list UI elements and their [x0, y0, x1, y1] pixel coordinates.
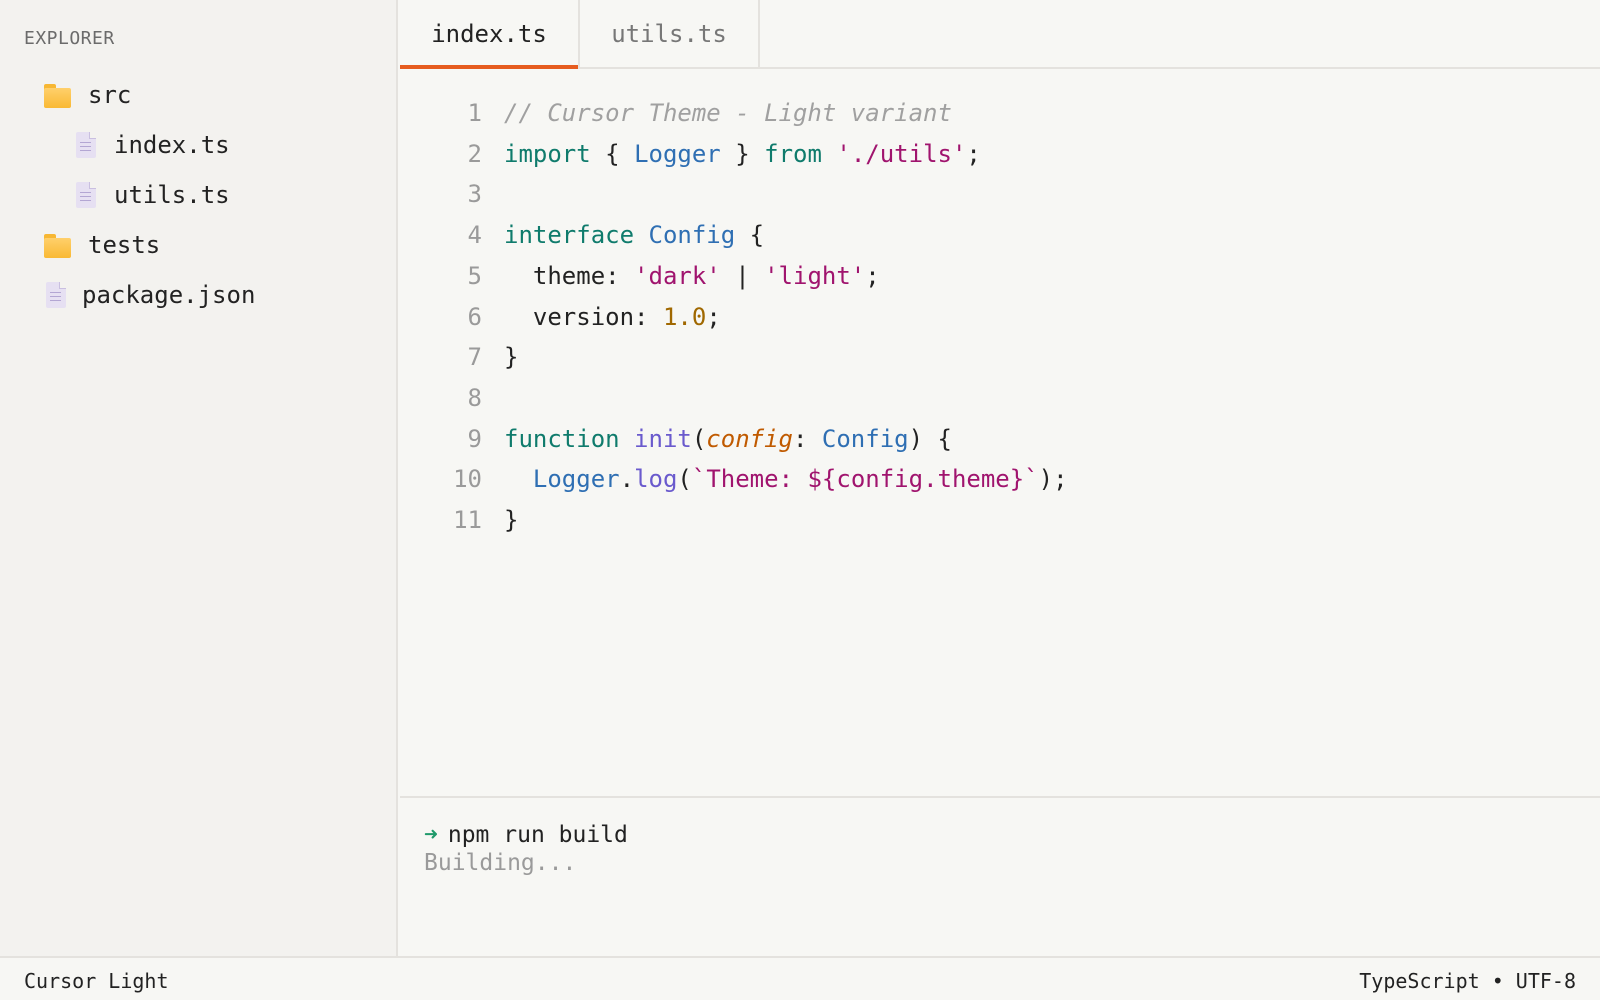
tree-item-label: utils.ts: [114, 181, 230, 209]
tab-index-ts[interactable]: index.ts: [400, 0, 580, 69]
tree-item-label: index.ts: [114, 131, 230, 159]
tree-item-utils-ts[interactable]: utils.ts: [0, 170, 396, 220]
code-token: 1.0: [662, 302, 707, 331]
code-token: log: [634, 465, 678, 494]
code-token: ) {: [908, 424, 952, 453]
code-token: './utils': [836, 139, 967, 168]
theme-name[interactable]: Cursor Light: [24, 969, 169, 993]
code-token: Config: [648, 221, 736, 250]
code-token: :: [793, 424, 822, 453]
code-token: Logger: [532, 465, 620, 494]
editor-window: EXPLORER src index.ts utils.ts tests package…: [0, 0, 1600, 1000]
code-token: {: [735, 221, 765, 250]
folder-icon: [44, 231, 72, 259]
terminal-command-line: ➜ npm run build: [424, 822, 628, 848]
terminal-output: Building...: [424, 850, 577, 876]
code-line: 3: [400, 174, 504, 214]
line-number: 7: [467, 343, 482, 372]
code-token: init: [634, 424, 692, 453]
code-token: |: [720, 261, 765, 290]
code-line: 1 // Cursor Theme - Light variant: [400, 93, 952, 133]
code-line: 6 version: 1.0;: [400, 297, 721, 337]
code-token: config: [706, 424, 793, 453]
prompt-arrow-icon: ➜: [424, 822, 438, 848]
code-token: // Cursor Theme - Light variant: [504, 99, 952, 127]
line-number: 11: [453, 506, 482, 534]
code-line: 10 Logger. log(`Theme: ${config.theme}`);: [400, 459, 1068, 499]
code-token: }: [504, 506, 519, 534]
folder-icon: [44, 81, 72, 109]
code-line: 5 theme: 'dark' | 'light';: [400, 256, 880, 296]
code-token: theme:: [504, 261, 635, 290]
explorer-sidebar: EXPLORER src index.ts utils.ts tests package…: [0, 0, 398, 956]
line-number: 4: [467, 221, 482, 250]
line-number: 10: [453, 465, 482, 494]
code-token: version:: [504, 302, 663, 331]
code-token: }: [720, 139, 765, 168]
code-token: import: [504, 139, 591, 168]
line-number: 8: [467, 383, 482, 412]
code-token: {: [590, 139, 635, 168]
code-token: 'light': [764, 261, 866, 290]
language-encoding[interactable]: TypeScript • UTF-8: [1359, 969, 1576, 993]
terminal-command: npm run build: [447, 822, 628, 848]
tree-item-index-ts[interactable]: index.ts: [0, 120, 396, 170]
tree-item-tests[interactable]: tests: [0, 220, 396, 270]
code-line: 7}: [400, 337, 519, 377]
line-number: 3: [467, 180, 482, 209]
code-token: }: [504, 343, 519, 372]
code-line: 11}: [400, 500, 518, 540]
code-token: (: [677, 465, 692, 494]
line-number: 5: [467, 261, 482, 290]
code-line: 2 import { Logger } from './utils';: [400, 134, 981, 174]
tree-item-src[interactable]: src: [0, 70, 396, 120]
code-token: 'dark': [634, 261, 721, 290]
line-number: 1: [467, 99, 482, 127]
line-number: 9: [467, 424, 482, 453]
tree-item-label: src: [88, 81, 132, 109]
code-token: .: [619, 465, 635, 494]
code-token: (: [691, 424, 707, 453]
code-token: );: [1038, 465, 1068, 494]
tree-item-package-json[interactable]: package.json: [0, 270, 396, 320]
file-icon: [76, 132, 96, 158]
tab-utils-ts[interactable]: utils.ts: [580, 0, 760, 67]
tab-bar: index.ts utils.ts: [400, 0, 1600, 69]
status-bar: Cursor Light TypeScript • UTF-8: [0, 956, 1600, 1000]
file-icon: [76, 182, 96, 208]
code-token: `Theme: ${config.theme}`: [691, 465, 1039, 494]
code-line: 4 interface Config {: [400, 215, 765, 255]
code-editor[interactable]: 1// Cursor Theme - Light variant 2 import …: [400, 69, 1600, 796]
file-icon: [46, 282, 66, 308]
file-tree: src index.ts utils.ts tests package.json: [0, 70, 396, 320]
tree-item-label: tests: [88, 231, 161, 259]
code-token: function: [504, 424, 620, 453]
code-line: 8: [400, 378, 504, 418]
line-number: 6: [467, 302, 482, 331]
code-token: Logger: [634, 139, 721, 168]
tree-item-label: package.json: [82, 281, 256, 309]
code-token: Config: [821, 424, 909, 453]
code-token: from: [764, 139, 822, 168]
terminal-panel[interactable]: ➜ npm run build Building...: [400, 796, 1600, 956]
code-token: ;: [706, 302, 721, 331]
code-line: 9 function init(config: Config) {: [400, 419, 952, 459]
code-token: ;: [865, 261, 880, 290]
line-number: 2: [467, 139, 482, 168]
code-token: interface: [504, 221, 635, 250]
code-token: ;: [966, 139, 981, 168]
explorer-title: EXPLORER: [24, 28, 115, 49]
